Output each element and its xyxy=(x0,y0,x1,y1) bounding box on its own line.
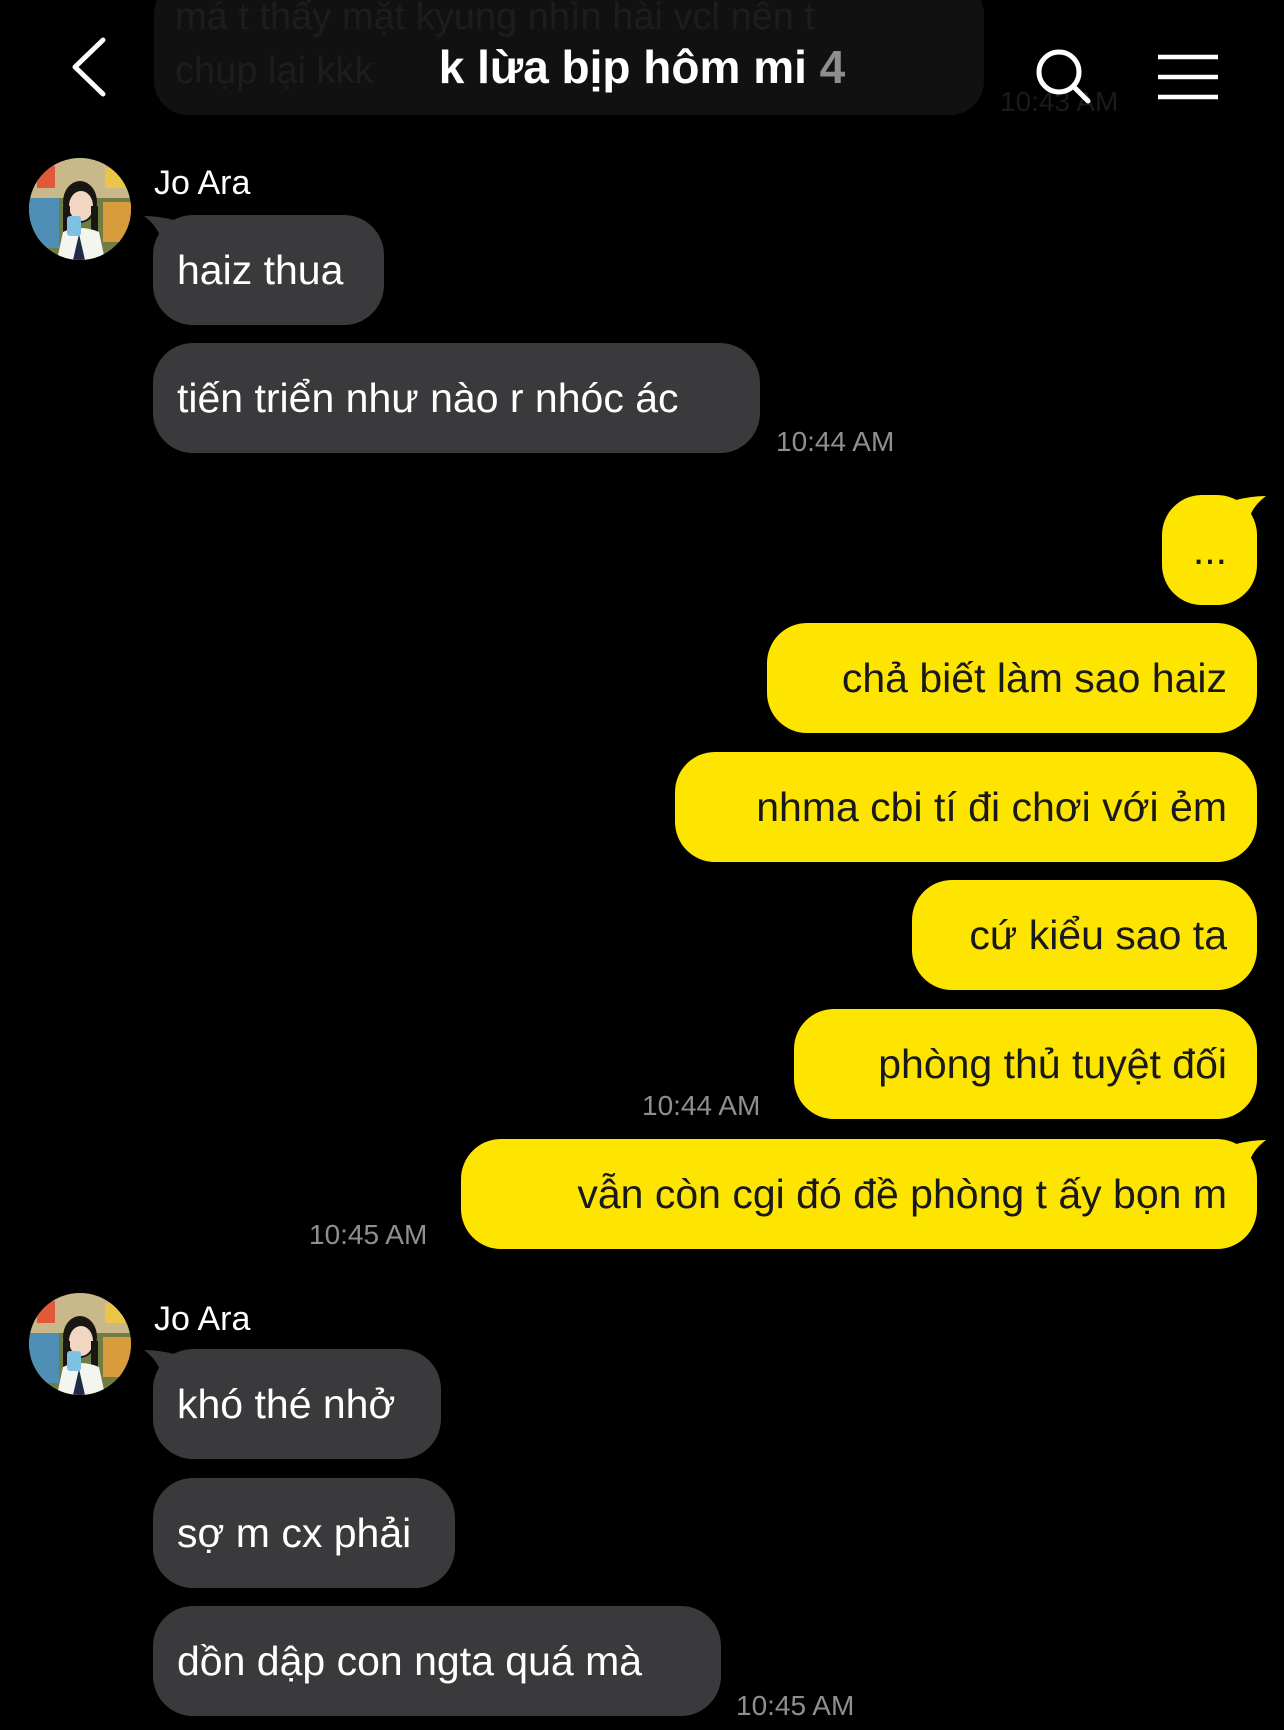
chat-name: k lừa bịp hôm mi xyxy=(438,41,807,93)
menu-button[interactable] xyxy=(1143,32,1233,122)
message-time: 10:45 AM xyxy=(736,1690,855,1721)
search-icon xyxy=(1036,49,1091,104)
message-bubble[interactable]: vẫn còn cgi đó đề phòng t ấy bọn m xyxy=(461,1139,1257,1249)
message-bubble[interactable]: sợ m cx phải xyxy=(153,1478,455,1588)
sender-name: Jo Ara xyxy=(154,164,251,202)
message-text: vẫn còn cgi đó đề phòng t ấy bọn m xyxy=(577,1170,1227,1217)
sender-name: Jo Ara xyxy=(154,1300,251,1338)
message-bubble[interactable]: haiz thua xyxy=(153,215,384,325)
profile-photo xyxy=(29,158,131,260)
message-bubble[interactable]: phòng thủ tuyệt đối xyxy=(794,1009,1257,1119)
message-text: phòng thủ tuyệt đối xyxy=(878,1040,1227,1087)
message-text: ... xyxy=(1192,526,1227,573)
message-bubble[interactable]: cứ kiểu sao ta xyxy=(912,880,1257,990)
message-text: khó thé nhở xyxy=(177,1380,396,1427)
member-count: 4 xyxy=(819,41,846,93)
avatar[interactable] xyxy=(29,158,131,260)
message-text: tiến triển như nào r nhóc ác xyxy=(177,374,679,421)
message-bubble[interactable]: chả biết làm sao haiz xyxy=(767,623,1257,733)
message-text: haiz thua xyxy=(177,246,344,293)
message-bubble[interactable]: dồn dập con ngta quá mà xyxy=(153,1606,721,1716)
message-text: nhma cbi tí đi chơi với ẻm xyxy=(756,783,1227,830)
search-button[interactable] xyxy=(1019,32,1109,122)
message-text: sợ m cx phải xyxy=(177,1509,412,1556)
message-text: cứ kiểu sao ta xyxy=(969,911,1227,958)
message-bubble[interactable]: tiến triển như nào r nhóc ác xyxy=(153,343,760,453)
message-bubble[interactable]: nhma cbi tí đi chơi với ẻm xyxy=(675,752,1257,862)
message-time: 10:45 AM xyxy=(309,1219,428,1250)
message-bubble[interactable]: ... xyxy=(1162,495,1257,605)
message-text: chả biết làm sao haiz xyxy=(841,654,1227,701)
message-bubble[interactable]: khó thé nhở xyxy=(153,1349,441,1459)
message-time: 10:44 AM xyxy=(776,426,895,457)
message-time: 10:44 AM xyxy=(642,1090,761,1121)
message-text: dồn dập con ngta quá mà xyxy=(177,1637,643,1684)
profile-photo xyxy=(29,1293,131,1395)
hamburger-menu-icon xyxy=(1158,54,1218,100)
avatar[interactable] xyxy=(29,1293,131,1395)
